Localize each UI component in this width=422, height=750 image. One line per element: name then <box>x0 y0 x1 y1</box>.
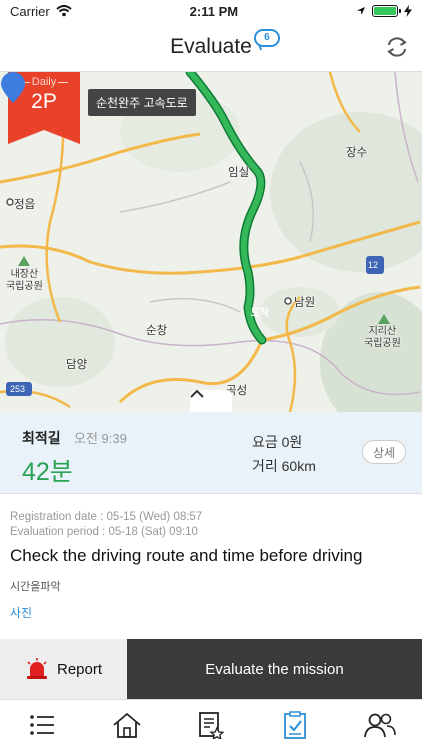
count-badge: 6 <box>253 28 280 47</box>
route-shield-253: 253 <box>10 384 26 394</box>
report-label: Report <box>56 660 103 678</box>
tab-favorites[interactable] <box>181 705 241 745</box>
checklist-icon <box>284 711 307 739</box>
tab-list[interactable] <box>12 705 72 745</box>
charging-bolt-icon <box>404 5 412 17</box>
mission-subtitle: 시간을파악 <box>10 581 61 593</box>
tab-evaluate[interactable] <box>265 705 325 745</box>
map-label-sunchang: 순창 <box>146 325 168 337</box>
route-shield-12: 12 <box>368 260 379 270</box>
route-detail-button[interactable]: 상세 <box>362 440 406 464</box>
tab-bar <box>0 699 422 750</box>
map-label-jirisan: 지리산 국립공원 <box>364 326 401 350</box>
status-bar: Carrier 2:11 PM <box>0 0 422 22</box>
siren-icon <box>26 658 47 679</box>
action-bar: Report Evaluate the mission <box>0 639 422 699</box>
registration-date: Registration date : 05-15 (Wed) 08:57 <box>10 511 203 523</box>
map-label-imsil: 임실 <box>228 167 250 179</box>
map-label-jeongeup: 정읍 <box>14 199 36 211</box>
road-name-label: 순천완주 고속도로 <box>88 89 196 116</box>
clock: 2:11 PM <box>189 3 239 19</box>
page-title-text: Evaluate <box>170 34 252 58</box>
document-star-icon <box>199 712 224 739</box>
destination-pin-icon[interactable] <box>0 72 26 104</box>
carrier-label: Carrier <box>10 3 50 19</box>
list-icon <box>30 715 55 735</box>
swap-arrows-icon[interactable] <box>384 36 410 58</box>
naejangsan-name: 내장산 <box>10 269 39 280</box>
battery-level <box>374 7 396 15</box>
naejangsan-park: 국립공원 <box>6 281 43 292</box>
map-label-namwon: 남원 <box>294 297 316 309</box>
departure-time: 오전 9:39 <box>74 431 127 446</box>
mission-details: Registration date : 05-15 (Wed) 08:57 Ev… <box>0 494 422 640</box>
report-button[interactable]: Report <box>0 639 127 699</box>
evaluation-period: Evaluation period : 05-18 (Sat) 09:10 <box>10 526 198 538</box>
map-label-jangsu: 장수 <box>346 147 368 159</box>
tab-home[interactable] <box>97 705 157 745</box>
location-arrow-icon <box>357 7 365 15</box>
tab-people[interactable] <box>350 705 410 745</box>
route-summary: 최적길 오전 9:39 42분 요금 0원 거리 60km 상세 <box>0 412 422 494</box>
battery-icon <box>372 5 401 17</box>
destination-label: 도착 <box>250 308 270 319</box>
jirisan-name: 지리산 <box>368 326 397 337</box>
chevron-up-icon <box>190 390 204 398</box>
page-title: Evaluate 6 <box>170 28 280 59</box>
route-map[interactable]: 정읍 임실 장수 내장산 국립공원 남원 순창 담양 곡성 지리산 국립공원 253… <box>0 72 422 412</box>
collapse-map-button[interactable] <box>190 390 232 412</box>
evaluate-mission-button[interactable]: Evaluate the mission <box>127 639 422 699</box>
wifi-icon <box>56 5 72 17</box>
jirisan-park: 국립공원 <box>364 338 401 349</box>
mission-title: Check the driving route and time before … <box>10 546 363 565</box>
home-icon <box>112 712 141 738</box>
navigation-bar: Evaluate 6 <box>0 22 422 72</box>
map-label-damyang: 담양 <box>66 359 88 371</box>
route-duration: 42분 <box>22 458 73 486</box>
route-distance: 거리 60km <box>252 458 316 474</box>
route-type: 최적길 <box>22 430 61 446</box>
people-icon <box>363 713 396 738</box>
toll-fee: 요금 0원 <box>252 434 303 450</box>
map-label-naejangsan: 내장산 국립공원 <box>6 269 43 293</box>
photo-link[interactable]: 사진 <box>10 604 412 621</box>
